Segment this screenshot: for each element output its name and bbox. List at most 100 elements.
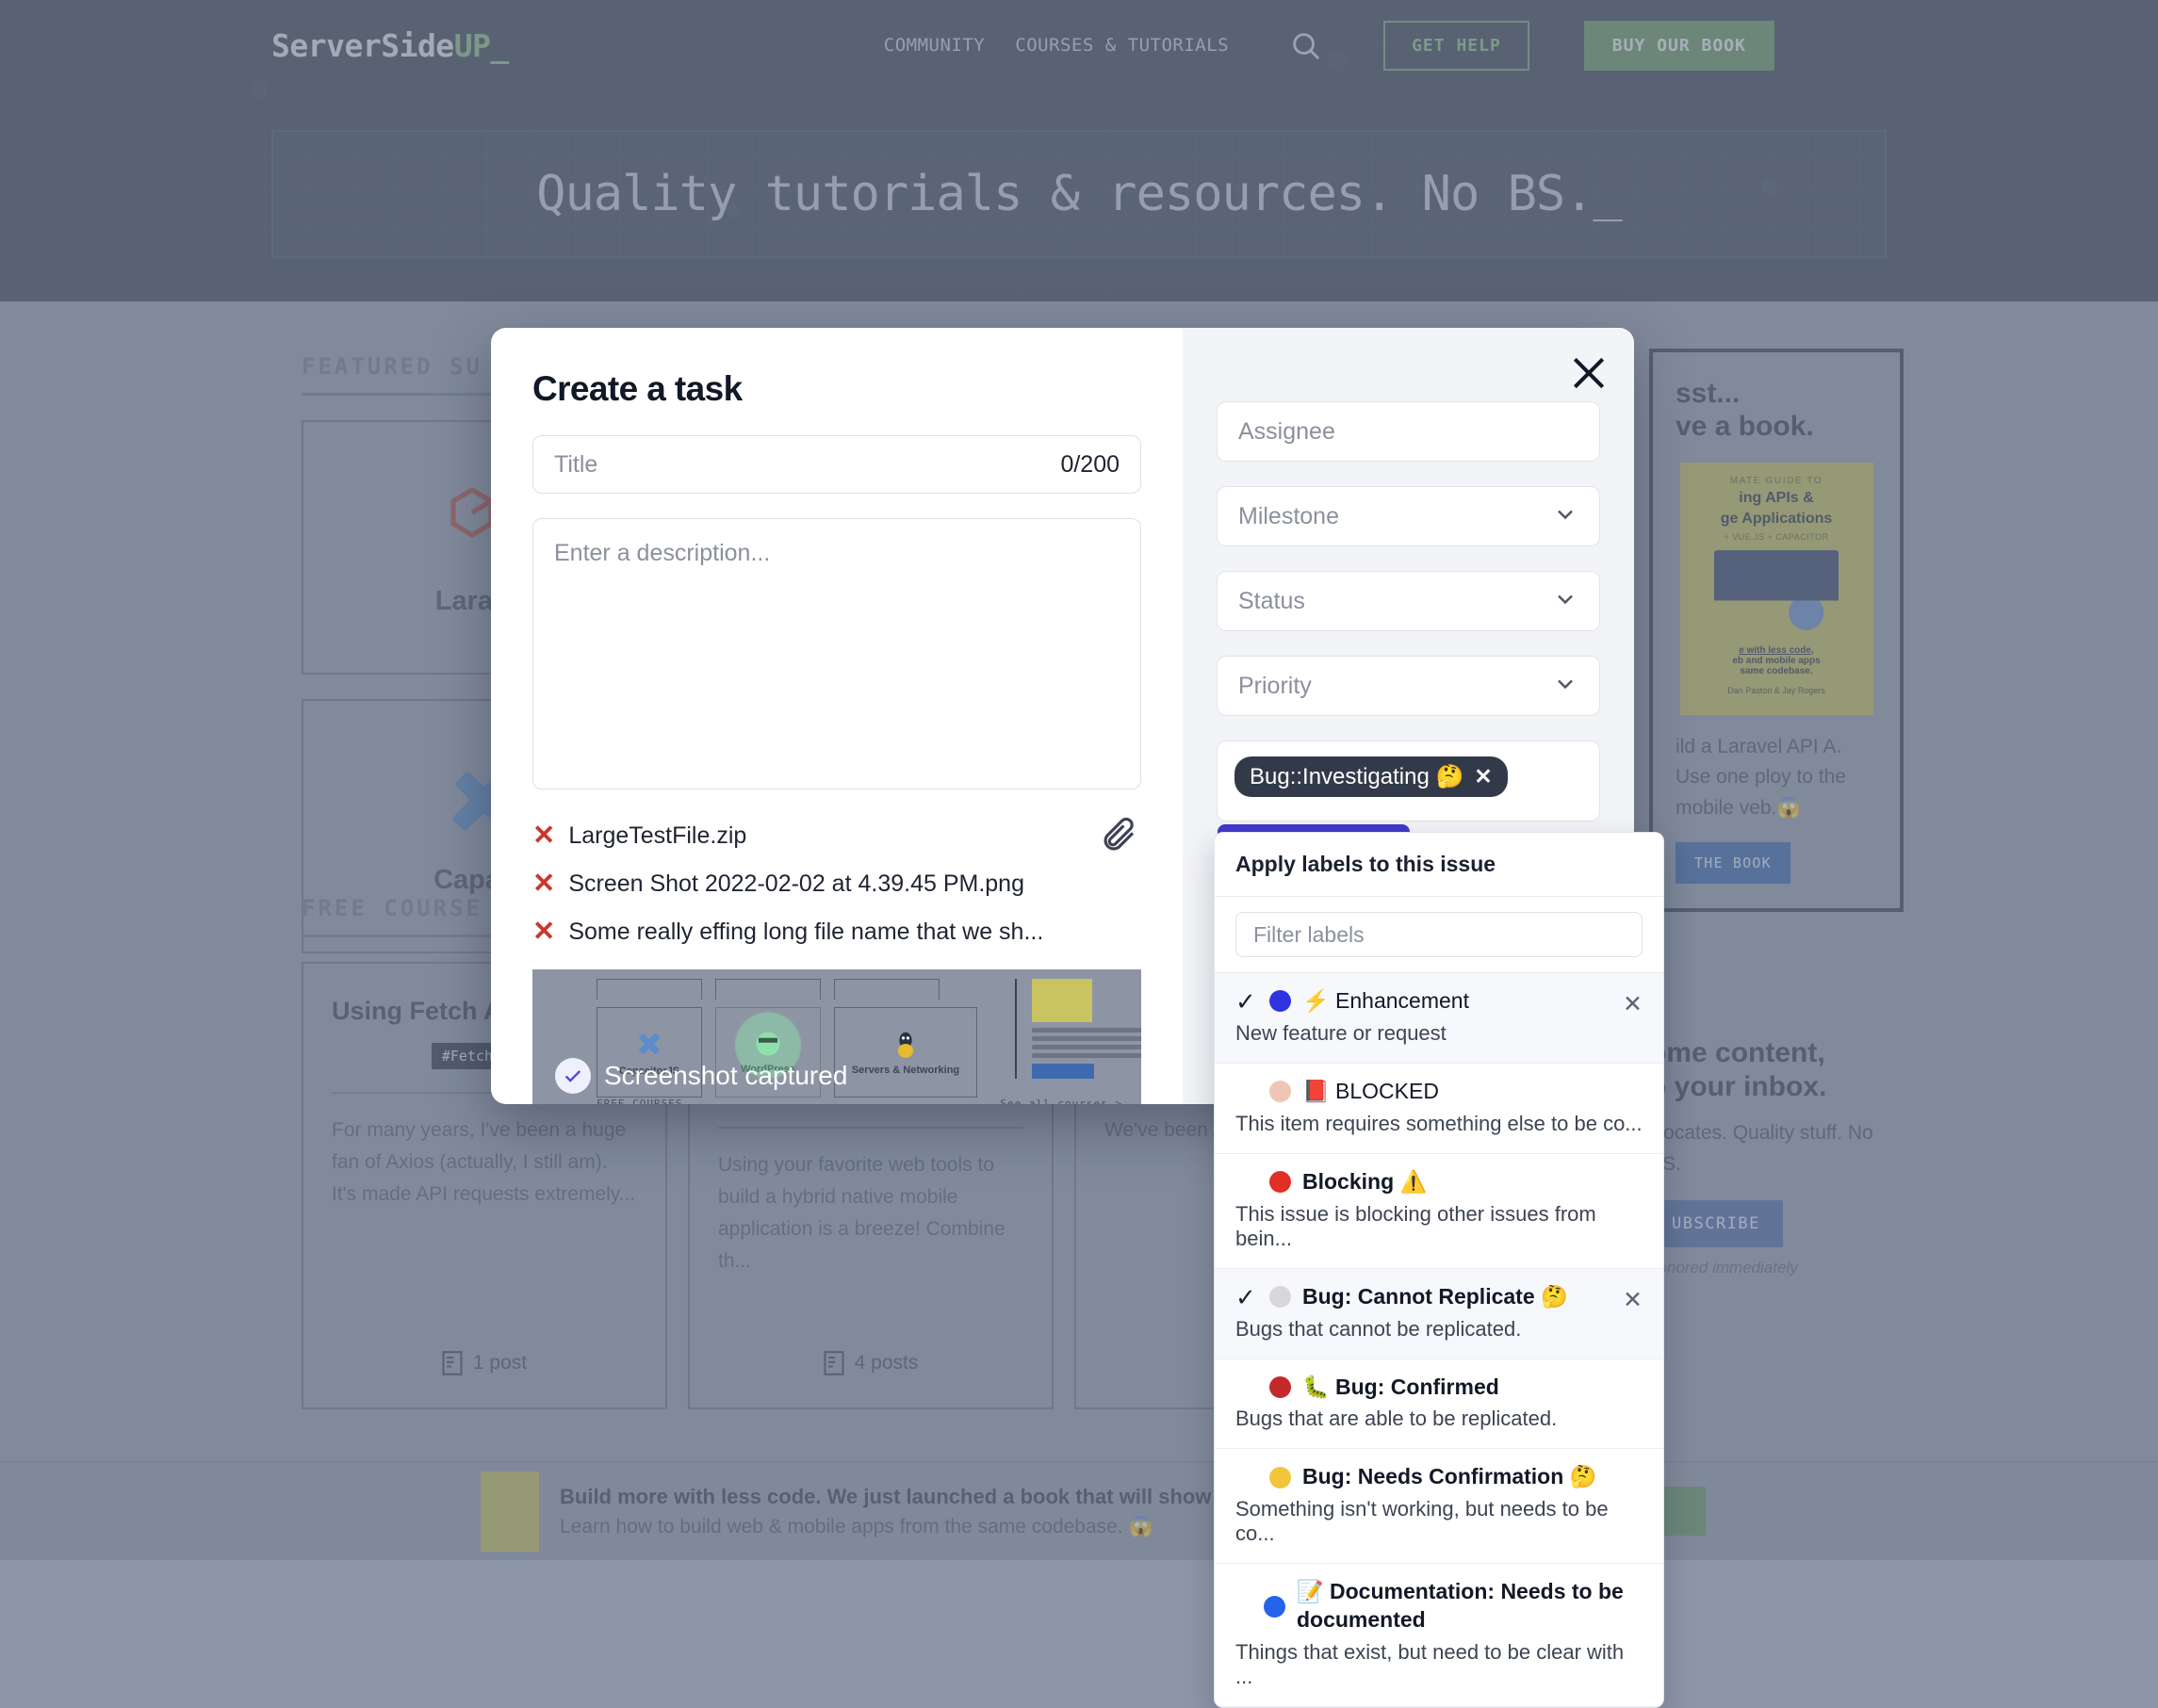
- label-option[interactable]: 📕 BLOCKED This item requires something e…: [1215, 1064, 1663, 1154]
- task-description-field[interactable]: Enter a description...: [532, 518, 1141, 789]
- remove-label-icon[interactable]: ✕: [1623, 1286, 1643, 1314]
- remove-file-icon[interactable]: ✕: [532, 919, 555, 946]
- label-color-dot: [1269, 1467, 1291, 1488]
- label-option-desc: This item requires something else to be …: [1235, 1112, 1643, 1136]
- label-option[interactable]: Blocking ⚠️ This issue is blocking other…: [1215, 1154, 1663, 1269]
- remove-file-icon[interactable]: ✕: [532, 822, 555, 850]
- chevron-down-icon: [1552, 586, 1578, 617]
- wordpress-icon: [754, 1030, 782, 1058]
- chevron-down-icon: [1552, 671, 1578, 702]
- labels-filter-placeholder: Filter labels: [1253, 922, 1365, 948]
- label-option-desc: Things that exist, but need to be clear …: [1235, 1640, 1643, 1689]
- task-title-field[interactable]: Title 0/200: [532, 435, 1141, 494]
- labels-dropdown: Apply labels to this issue Filter labels…: [1214, 832, 1664, 1708]
- task-title-counter: 0/200: [1060, 451, 1120, 479]
- label-color-dot: [1269, 1286, 1291, 1308]
- label-color-dot: [1264, 1596, 1285, 1618]
- label-option[interactable]: 🐛 Bug: Confirmed Bugs that are able to b…: [1215, 1359, 1663, 1450]
- labels-filter-wrap: Filter labels: [1215, 897, 1663, 973]
- label-option-row: ✓ Bug: Cannot Replicate 🤔: [1235, 1283, 1643, 1311]
- check-circle-icon: [555, 1058, 591, 1094]
- screenshot-footer-left: FREE COURSES: [597, 1098, 682, 1104]
- label-option-name: 📝 Documentation: Needs to be documented: [1297, 1578, 1643, 1635]
- milestone-placeholder: Milestone: [1238, 503, 1339, 530]
- attached-files-list: ✕ LargeTestFile.zip ✕ Screen Shot 2022-0…: [532, 812, 1141, 956]
- label-option-name: ⚡ Enhancement: [1302, 987, 1469, 1016]
- remove-file-icon[interactable]: ✕: [532, 870, 555, 898]
- assignee-placeholder: Assignee: [1238, 418, 1335, 446]
- screenshot-inner-button: [1032, 1064, 1094, 1079]
- label-option-name: 📕 BLOCKED: [1302, 1078, 1439, 1106]
- paperclip-icon[interactable]: [1100, 816, 1139, 855]
- close-icon[interactable]: [1568, 352, 1610, 394]
- screenshot-captured-label: Screenshot captured: [604, 1061, 847, 1091]
- screenshot-tile: Servers & Networking: [834, 1007, 977, 1098]
- chevron-down-icon: [1552, 501, 1578, 532]
- status-select[interactable]: Status: [1217, 571, 1600, 631]
- label-option-desc: Bugs that are able to be replicated.: [1235, 1407, 1643, 1431]
- label-option[interactable]: Bug: Needs Confirmation 🤔 Something isn'…: [1215, 1449, 1663, 1564]
- screenshot-tile-top-cut: [597, 979, 702, 1000]
- label-option-row: ✓ ⚡ Enhancement: [1235, 987, 1643, 1016]
- screenshot-tile-partial: Servers & Networking: [834, 979, 977, 1098]
- label-option[interactable]: 📝 Documentation: Needs to be documented …: [1215, 1564, 1663, 1707]
- screenshot-book-thumb: [1032, 979, 1092, 1022]
- screenshot-footer: FREE COURSES See all courses >: [597, 1098, 1122, 1104]
- status-placeholder: Status: [1238, 588, 1305, 615]
- label-color-dot: [1269, 1081, 1291, 1102]
- screenshot-tile-label: Servers & Networking: [852, 1065, 959, 1076]
- label-color-dot: [1269, 1171, 1291, 1193]
- task-title-placeholder: Title: [554, 451, 597, 479]
- label-option-desc: This issue is blocking other issues from…: [1235, 1202, 1643, 1251]
- label-option-desc: Bugs that cannot be replicated.: [1235, 1317, 1643, 1342]
- file-item: ✕ Some really effing long file name that…: [532, 908, 1141, 956]
- milestone-select[interactable]: Milestone: [1217, 486, 1600, 546]
- capacitorjs-icon: [633, 1028, 665, 1060]
- modal-main-panel: Create a task Title 0/200 Enter a descri…: [491, 328, 1183, 1104]
- file-item: ✕ Screen Shot 2022-02-02 at 4.39.45 PM.p…: [532, 860, 1141, 908]
- remove-label-icon[interactable]: ✕: [1474, 764, 1492, 789]
- label-option-name: 🐛 Bug: Confirmed: [1302, 1374, 1499, 1402]
- label-option-row: 🐛 Bug: Confirmed: [1235, 1374, 1643, 1402]
- label-option-name: Bug: Needs Confirmation 🤔: [1302, 1463, 1596, 1491]
- task-description-placeholder: Enter a description...: [554, 540, 770, 566]
- file-name: Some really effing long file name that w…: [568, 919, 1043, 946]
- priority-placeholder: Priority: [1238, 673, 1312, 700]
- labels-input-field[interactable]: Bug::Investigating 🤔 ✕ Apply labels to t…: [1217, 740, 1600, 821]
- remove-label-icon[interactable]: ✕: [1623, 990, 1643, 1018]
- label-option-desc: New feature or request: [1235, 1021, 1643, 1046]
- label-option-row: 📝 Documentation: Needs to be documented: [1235, 1578, 1643, 1635]
- file-name: Screen Shot 2022-02-02 at 4.39.45 PM.png: [568, 870, 1024, 898]
- label-option[interactable]: ✓ ⚡ Enhancement New feature or request ✕: [1215, 973, 1663, 1064]
- label-option-row: 📕 BLOCKED: [1235, 1078, 1643, 1106]
- label-color-dot: [1269, 1376, 1291, 1398]
- priority-select[interactable]: Priority: [1217, 656, 1600, 716]
- file-item: ✕ LargeTestFile.zip: [532, 812, 1141, 860]
- label-option-desc: Something isn't working, but needs to be…: [1235, 1497, 1643, 1546]
- check-icon: ✓: [1235, 989, 1258, 1014]
- screenshot-footer-right: See all courses >: [1000, 1098, 1122, 1104]
- create-task-modal: Create a task Title 0/200 Enter a descri…: [491, 328, 1634, 1104]
- linux-penguin-icon: [893, 1029, 918, 1059]
- file-name: LargeTestFile.zip: [568, 822, 746, 850]
- label-option[interactable]: ✓ Bug: Cannot Replicate 🤔 Bugs that cann…: [1215, 1269, 1663, 1359]
- labels-dropdown-heading: Apply labels to this issue: [1215, 833, 1663, 897]
- label-option-row: Blocking ⚠️: [1235, 1168, 1643, 1196]
- screenshot-tile-top-cut: [715, 979, 821, 1000]
- screenshot-side-promo: [1015, 979, 1141, 1079]
- labels-filter-input[interactable]: Filter labels: [1235, 912, 1643, 957]
- label-option-row: Bug: Needs Confirmation 🤔: [1235, 1463, 1643, 1491]
- screenshot-preview[interactable]: CapacitorJS WordPress Servers & Networki…: [532, 969, 1141, 1104]
- modal-side-panel: Assignee Milestone Status Priority Bug::…: [1183, 328, 1634, 1104]
- screenshot-tile-top-cut: [834, 979, 940, 1000]
- label-option-name: Blocking ⚠️: [1302, 1168, 1427, 1196]
- screenshot-text-lines: [1032, 1028, 1141, 1058]
- label-option-name: Bug: Cannot Replicate 🤔: [1302, 1283, 1568, 1311]
- label-color-dot: [1269, 990, 1291, 1012]
- selected-label-chip[interactable]: Bug::Investigating 🤔 ✕: [1234, 756, 1508, 797]
- modal-title: Create a task: [532, 369, 1141, 409]
- screenshot-captured-badge: Screenshot captured: [555, 1058, 847, 1094]
- selected-label-text: Bug::Investigating 🤔: [1250, 763, 1463, 790]
- assignee-field[interactable]: Assignee: [1217, 401, 1600, 462]
- check-icon: ✓: [1235, 1285, 1258, 1309]
